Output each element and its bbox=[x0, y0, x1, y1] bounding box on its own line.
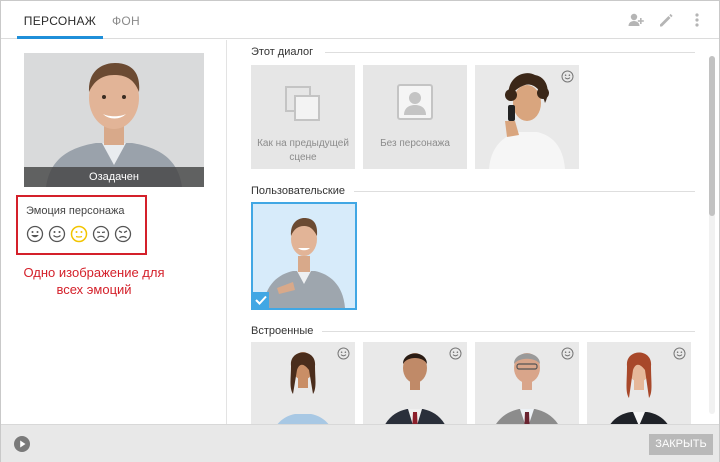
emotion-smile-badge-icon bbox=[673, 347, 686, 360]
card-label: Как на предыдущей сцене bbox=[257, 138, 349, 163]
card-builtin-man-suit[interactable] bbox=[363, 342, 467, 424]
add-user-icon[interactable] bbox=[626, 10, 646, 30]
person-placeholder-icon bbox=[397, 84, 433, 120]
emotion-smile-badge-icon bbox=[337, 347, 350, 360]
section-title-dialog: Этот диалог bbox=[251, 46, 314, 58]
character-preview-panel: Озадачен Эмоция персонажа Одно изображен… bbox=[1, 40, 227, 424]
character-dialog: ПЕРСОНАЖ ФОН Озадачен Эмоция персонажа О… bbox=[0, 0, 720, 462]
sad-emotion-icon[interactable] bbox=[92, 225, 110, 243]
emotion-row bbox=[26, 225, 132, 243]
close-button[interactable]: ЗАКРЫТЬ bbox=[649, 434, 713, 455]
happy-emotion-icon[interactable] bbox=[26, 225, 44, 243]
tab-background[interactable]: ФОН bbox=[105, 1, 147, 39]
emotion-smile-badge-icon bbox=[449, 347, 462, 360]
card-same-as-previous[interactable]: Как на предыдущей сцене bbox=[251, 65, 355, 169]
emotion-note: Одно изображение для всех эмоций bbox=[23, 265, 165, 297]
dialog-footer: ЗАКРЫТЬ bbox=[1, 424, 719, 462]
emotion-smile-badge-icon bbox=[561, 70, 574, 83]
more-vert-icon[interactable] bbox=[687, 10, 707, 30]
card-label: Без персонажа bbox=[380, 138, 450, 149]
card-no-character[interactable]: Без персонажа bbox=[363, 65, 467, 169]
angry-emotion-icon[interactable] bbox=[114, 225, 132, 243]
preview-caption: Озадачен bbox=[24, 167, 204, 187]
section-divider bbox=[354, 191, 695, 192]
tab-character[interactable]: ПЕРСОНАЖ bbox=[17, 1, 103, 39]
card-builtin-woman-1[interactable] bbox=[251, 342, 355, 424]
copy-icon bbox=[285, 86, 320, 121]
pencil-icon[interactable] bbox=[656, 10, 676, 30]
card-custom-character-selected[interactable] bbox=[251, 202, 357, 310]
card-builtin-woman-2[interactable] bbox=[587, 342, 691, 424]
emotion-selector-highlight: Эмоция персонажа bbox=[16, 195, 147, 255]
section-divider bbox=[322, 331, 695, 332]
gallery-scrollbar[interactable] bbox=[709, 56, 715, 414]
card-character-phone[interactable] bbox=[475, 65, 579, 169]
character-gallery: Этот диалог Как на предыдущей сцене Без … bbox=[228, 40, 719, 424]
card-builtin-older-man[interactable] bbox=[475, 342, 579, 424]
smile-emotion-icon[interactable] bbox=[48, 225, 66, 243]
section-divider bbox=[325, 52, 695, 53]
neutral-emotion-icon[interactable] bbox=[70, 225, 88, 243]
character-preview: Озадачен bbox=[24, 53, 204, 187]
dialog-header: ПЕРСОНАЖ ФОН bbox=[1, 1, 719, 39]
play-icon[interactable] bbox=[14, 436, 30, 452]
section-title-builtin: Встроенные bbox=[251, 325, 314, 337]
selected-check-icon bbox=[253, 292, 269, 308]
emotion-smile-badge-icon bbox=[561, 347, 574, 360]
emotion-label: Эмоция персонажа bbox=[26, 205, 125, 217]
section-title-custom: Пользовательские bbox=[251, 185, 345, 197]
scrollbar-thumb[interactable] bbox=[709, 56, 715, 216]
